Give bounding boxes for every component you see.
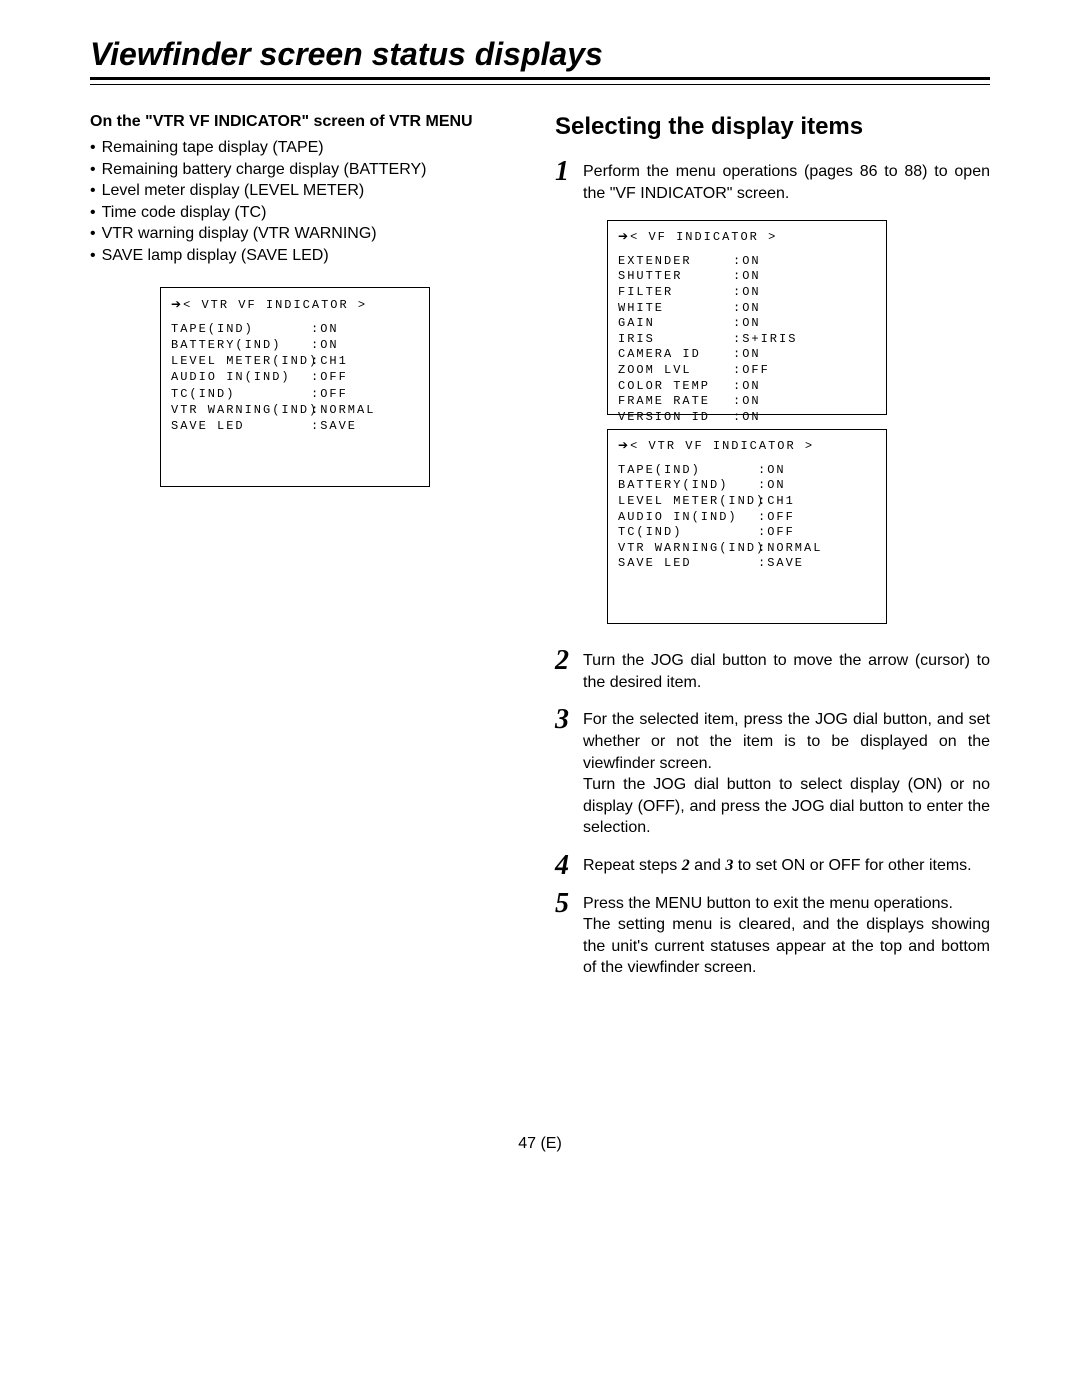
bullet-item: VTR warning display (VTR WARNING) xyxy=(102,225,377,242)
step-text: Press the MENU button to exit the menu o… xyxy=(583,895,953,912)
menu-value: :ON xyxy=(733,347,761,363)
menu-value: :OFF xyxy=(311,386,348,402)
bullet-item: Remaining battery charge display (BATTER… xyxy=(102,161,427,178)
menu-label: BATTERY(IND) xyxy=(171,337,311,353)
left-column: On the "VTR VF INDICATOR" screen of VTR … xyxy=(90,113,525,995)
arrow-icon: ➔ xyxy=(171,296,181,312)
right-heading: Selecting the display items xyxy=(555,113,990,141)
menu-label: WHITE xyxy=(618,301,733,317)
step-number: 4 xyxy=(555,847,569,885)
step-text: Turn the JOG dial button to move the arr… xyxy=(583,652,990,691)
menu-label: AUDIO IN(IND) xyxy=(171,369,311,385)
menu-label: TC(IND) xyxy=(618,525,758,541)
menu-label: VTR WARNING(IND) xyxy=(618,541,758,557)
left-heading: On the "VTR VF INDICATOR" screen of VTR … xyxy=(90,113,525,131)
step-text: and xyxy=(690,857,726,874)
step-text: The setting menu is cleared, and the dis… xyxy=(583,916,990,976)
menu-label: FILTER xyxy=(618,285,733,301)
menu-value: :NORMAL xyxy=(758,541,822,557)
menu-title: < VTR VF INDICATOR > xyxy=(183,297,367,313)
menu-label: LEVEL METER(IND) xyxy=(618,494,758,510)
menu-label: GAIN xyxy=(618,316,733,332)
menu-label: TC(IND) xyxy=(171,386,311,402)
menu-value: :ON xyxy=(758,478,786,494)
bullet-item: Remaining tape display (TAPE) xyxy=(102,139,324,156)
vtr-vf-indicator-menu: ➔ < VTR VF INDICATOR > TAPE(IND):ON BATT… xyxy=(160,287,430,487)
bullet-item: Time code display (TC) xyxy=(102,204,267,221)
step-text: Turn the JOG dial button to select displ… xyxy=(583,776,990,836)
menu-value: :ON xyxy=(733,394,761,410)
menu-label: VTR WARNING(IND) xyxy=(171,402,311,418)
menu-value: :ON xyxy=(733,269,761,285)
menu-value: :OFF xyxy=(311,369,348,385)
menu-label: SAVE LED xyxy=(618,556,758,572)
menu-value: :ON xyxy=(733,316,761,332)
step-4: 4 Repeat steps 2 and 3 to set ON or OFF … xyxy=(555,855,990,877)
page-number: 47 (E) xyxy=(90,1135,990,1153)
menu-label: CAMERA ID xyxy=(618,347,733,363)
menu-title: < VTR VF INDICATOR > xyxy=(630,439,814,455)
step-number: 5 xyxy=(555,885,569,923)
step-text: Perform the menu operations (pages 86 to… xyxy=(583,163,990,202)
menu-label: VERSION ID xyxy=(618,410,733,426)
menu-label: ZOOM LVL xyxy=(618,363,733,379)
step-3: 3 For the selected item, press the JOG d… xyxy=(555,709,990,839)
menu-value: :ON xyxy=(311,321,339,337)
menu-value: :ON xyxy=(758,463,786,479)
bullet-item: SAVE lamp display (SAVE LED) xyxy=(102,247,329,264)
right-column: Selecting the display items 1 Perform th… xyxy=(555,113,990,995)
menu-label: SAVE LED xyxy=(171,418,311,434)
menu-label: COLOR TEMP xyxy=(618,379,733,395)
page-title: Viewfinder screen status displays xyxy=(90,36,990,73)
menu-value: :NORMAL xyxy=(311,402,375,418)
bullet-list: Remaining tape display (TAPE) Remaining … xyxy=(90,137,525,267)
arrow-icon: ➔ xyxy=(618,229,628,245)
menu-label: TAPE(IND) xyxy=(618,463,758,479)
step-text: to set ON or OFF for other items. xyxy=(733,857,971,874)
step-text: For the selected item, press the JOG dia… xyxy=(583,711,990,771)
menu-value: :OFF xyxy=(733,363,770,379)
menu-label: AUDIO IN(IND) xyxy=(618,510,758,526)
menu-label: IRIS xyxy=(618,332,733,348)
menu-label: LEVEL METER(IND) xyxy=(171,353,311,369)
menu-title: < VF INDICATOR > xyxy=(630,230,777,246)
menu-value: :SAVE xyxy=(311,418,357,434)
menu-value: :ON xyxy=(733,379,761,395)
rule-thick xyxy=(90,77,990,80)
inline-step-ref: 2 xyxy=(682,857,690,874)
menu-label: SHUTTER xyxy=(618,269,733,285)
step-text: Repeat steps xyxy=(583,857,682,874)
menu-value: :CH1 xyxy=(311,353,348,369)
menu-value: :ON xyxy=(733,285,761,301)
menu-label: BATTERY(IND) xyxy=(618,478,758,494)
menu-value: :OFF xyxy=(758,525,795,541)
bullet-item: Level meter display (LEVEL METER) xyxy=(102,182,365,199)
menu-value: :ON xyxy=(311,337,339,353)
rule-thin xyxy=(90,84,990,85)
menu-label: TAPE(IND) xyxy=(171,321,311,337)
step-number: 2 xyxy=(555,642,569,680)
step-1: 1 Perform the menu operations (pages 86 … xyxy=(555,161,990,204)
menu-value: :ON xyxy=(733,410,761,426)
vf-indicator-menu: ➔ < VF INDICATOR > EXTENDER:ON SHUTTER:O… xyxy=(607,220,887,415)
menu-value: :OFF xyxy=(758,510,795,526)
menu-label: EXTENDER xyxy=(618,254,733,270)
menu-value: :SAVE xyxy=(758,556,804,572)
menu-label: FRAME RATE xyxy=(618,394,733,410)
vtr-vf-indicator-menu-2: ➔ < VTR VF INDICATOR > TAPE(IND):ON BATT… xyxy=(607,429,887,624)
menu-value: :ON xyxy=(733,301,761,317)
menu-value: :CH1 xyxy=(758,494,795,510)
step-number: 3 xyxy=(555,701,569,739)
menu-value: :S+IRIS xyxy=(733,332,797,348)
step-2: 2 Turn the JOG dial button to move the a… xyxy=(555,650,990,693)
arrow-icon: ➔ xyxy=(618,438,628,454)
menu-value: :ON xyxy=(733,254,761,270)
step-number: 1 xyxy=(555,153,569,191)
step-5: 5 Press the MENU button to exit the menu… xyxy=(555,893,990,979)
